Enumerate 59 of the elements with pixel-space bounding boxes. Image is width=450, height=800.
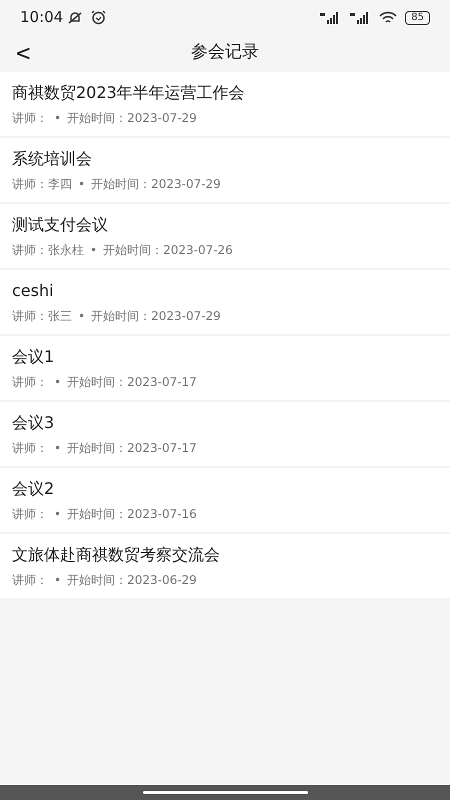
muted-bell-icon	[67, 10, 84, 24]
start-date: 2023-07-29	[151, 176, 221, 192]
meeting-title: 会议1	[12, 346, 56, 366]
start-label: 开始时间：	[103, 242, 164, 258]
meeting-item[interactable]: 会议3 讲师： • 开始时间：2023-07-17	[0, 402, 450, 466]
separator-dot: •	[54, 110, 62, 126]
lecturer-name: 李四	[48, 176, 72, 192]
meeting-title: 商祺数贸2023年半年运营工作会	[12, 82, 246, 102]
page-title: 参会记录	[191, 40, 259, 64]
lecturer-name: 张永柱	[48, 242, 84, 258]
meeting-title: ceshi	[12, 280, 55, 300]
status-time: 10:04	[20, 7, 64, 28]
start-date: 2023-07-29	[127, 110, 197, 126]
start-label: 开始时间：	[91, 308, 152, 324]
lecturer-label: 讲师：	[12, 176, 48, 192]
battery-indicator: 85	[405, 10, 430, 24]
start-label: 开始时间：	[67, 440, 128, 456]
start-date: 2023-07-17	[127, 440, 197, 456]
meeting-item[interactable]: 会议1 讲师： • 开始时间：2023-07-17	[0, 336, 450, 400]
lecturer-label: 讲师：	[12, 440, 48, 456]
lecturer-label: 讲师：	[12, 308, 48, 324]
start-label: 开始时间：	[67, 506, 128, 522]
lecturer-label: 讲师：	[12, 242, 48, 258]
meeting-item[interactable]: 测试支付会议 讲师：张永柱 • 开始时间：2023-07-26	[0, 204, 450, 268]
meeting-item[interactable]: 会议2 讲师： • 开始时间：2023-07-16	[0, 468, 450, 532]
lecturer-label: 讲师：	[12, 572, 48, 588]
meeting-title: 测试支付会议	[12, 214, 109, 234]
start-date: 2023-07-29	[151, 308, 221, 324]
meeting-title: 系统培训会	[12, 148, 93, 168]
meeting-item[interactable]: 商祺数贸2023年半年运营工作会 讲师： • 开始时间：2023-07-29	[0, 72, 450, 136]
meeting-item[interactable]: ceshi 讲师：张三 • 开始时间：2023-07-29	[0, 270, 450, 334]
lecturer-label: 讲师：	[12, 110, 48, 126]
meeting-title: 文旅体赴商祺数贸考察交流会	[12, 544, 221, 564]
start-label: 开始时间：	[67, 374, 128, 390]
separator-dot: •	[78, 308, 86, 324]
start-date: 2023-06-29	[127, 572, 197, 588]
lecturer-name: 张三	[48, 308, 72, 324]
start-date: 2023-07-17	[127, 374, 197, 390]
start-date: 2023-07-16	[127, 506, 197, 522]
back-button[interactable]: <	[16, 40, 30, 64]
meeting-item[interactable]: 系统培训会 讲师：李四 • 开始时间：2023-07-29	[0, 138, 450, 202]
meeting-title: 会议2	[12, 478, 56, 498]
wifi-icon	[379, 11, 398, 24]
separator-dot: •	[54, 506, 62, 522]
start-date: 2023-07-26	[163, 242, 233, 258]
start-label: 开始时间：	[67, 110, 128, 126]
separator-dot: •	[54, 572, 62, 588]
meeting-title: 会议3	[12, 412, 56, 432]
meeting-item[interactable]: 文旅体赴商祺数贸考察交流会 讲师： • 开始时间：2023-06-29	[0, 534, 450, 598]
alarm-icon	[91, 10, 106, 25]
separator-dot: •	[90, 242, 98, 258]
start-label: 开始时间：	[91, 176, 152, 192]
separator-dot: •	[78, 176, 86, 192]
separator-dot: •	[54, 374, 62, 390]
lecturer-label: 讲师：	[12, 374, 48, 390]
separator-dot: •	[54, 440, 62, 456]
lecturer-label: 讲师：	[12, 506, 48, 522]
home-indicator[interactable]	[142, 791, 308, 794]
start-label: 开始时间：	[67, 572, 128, 588]
